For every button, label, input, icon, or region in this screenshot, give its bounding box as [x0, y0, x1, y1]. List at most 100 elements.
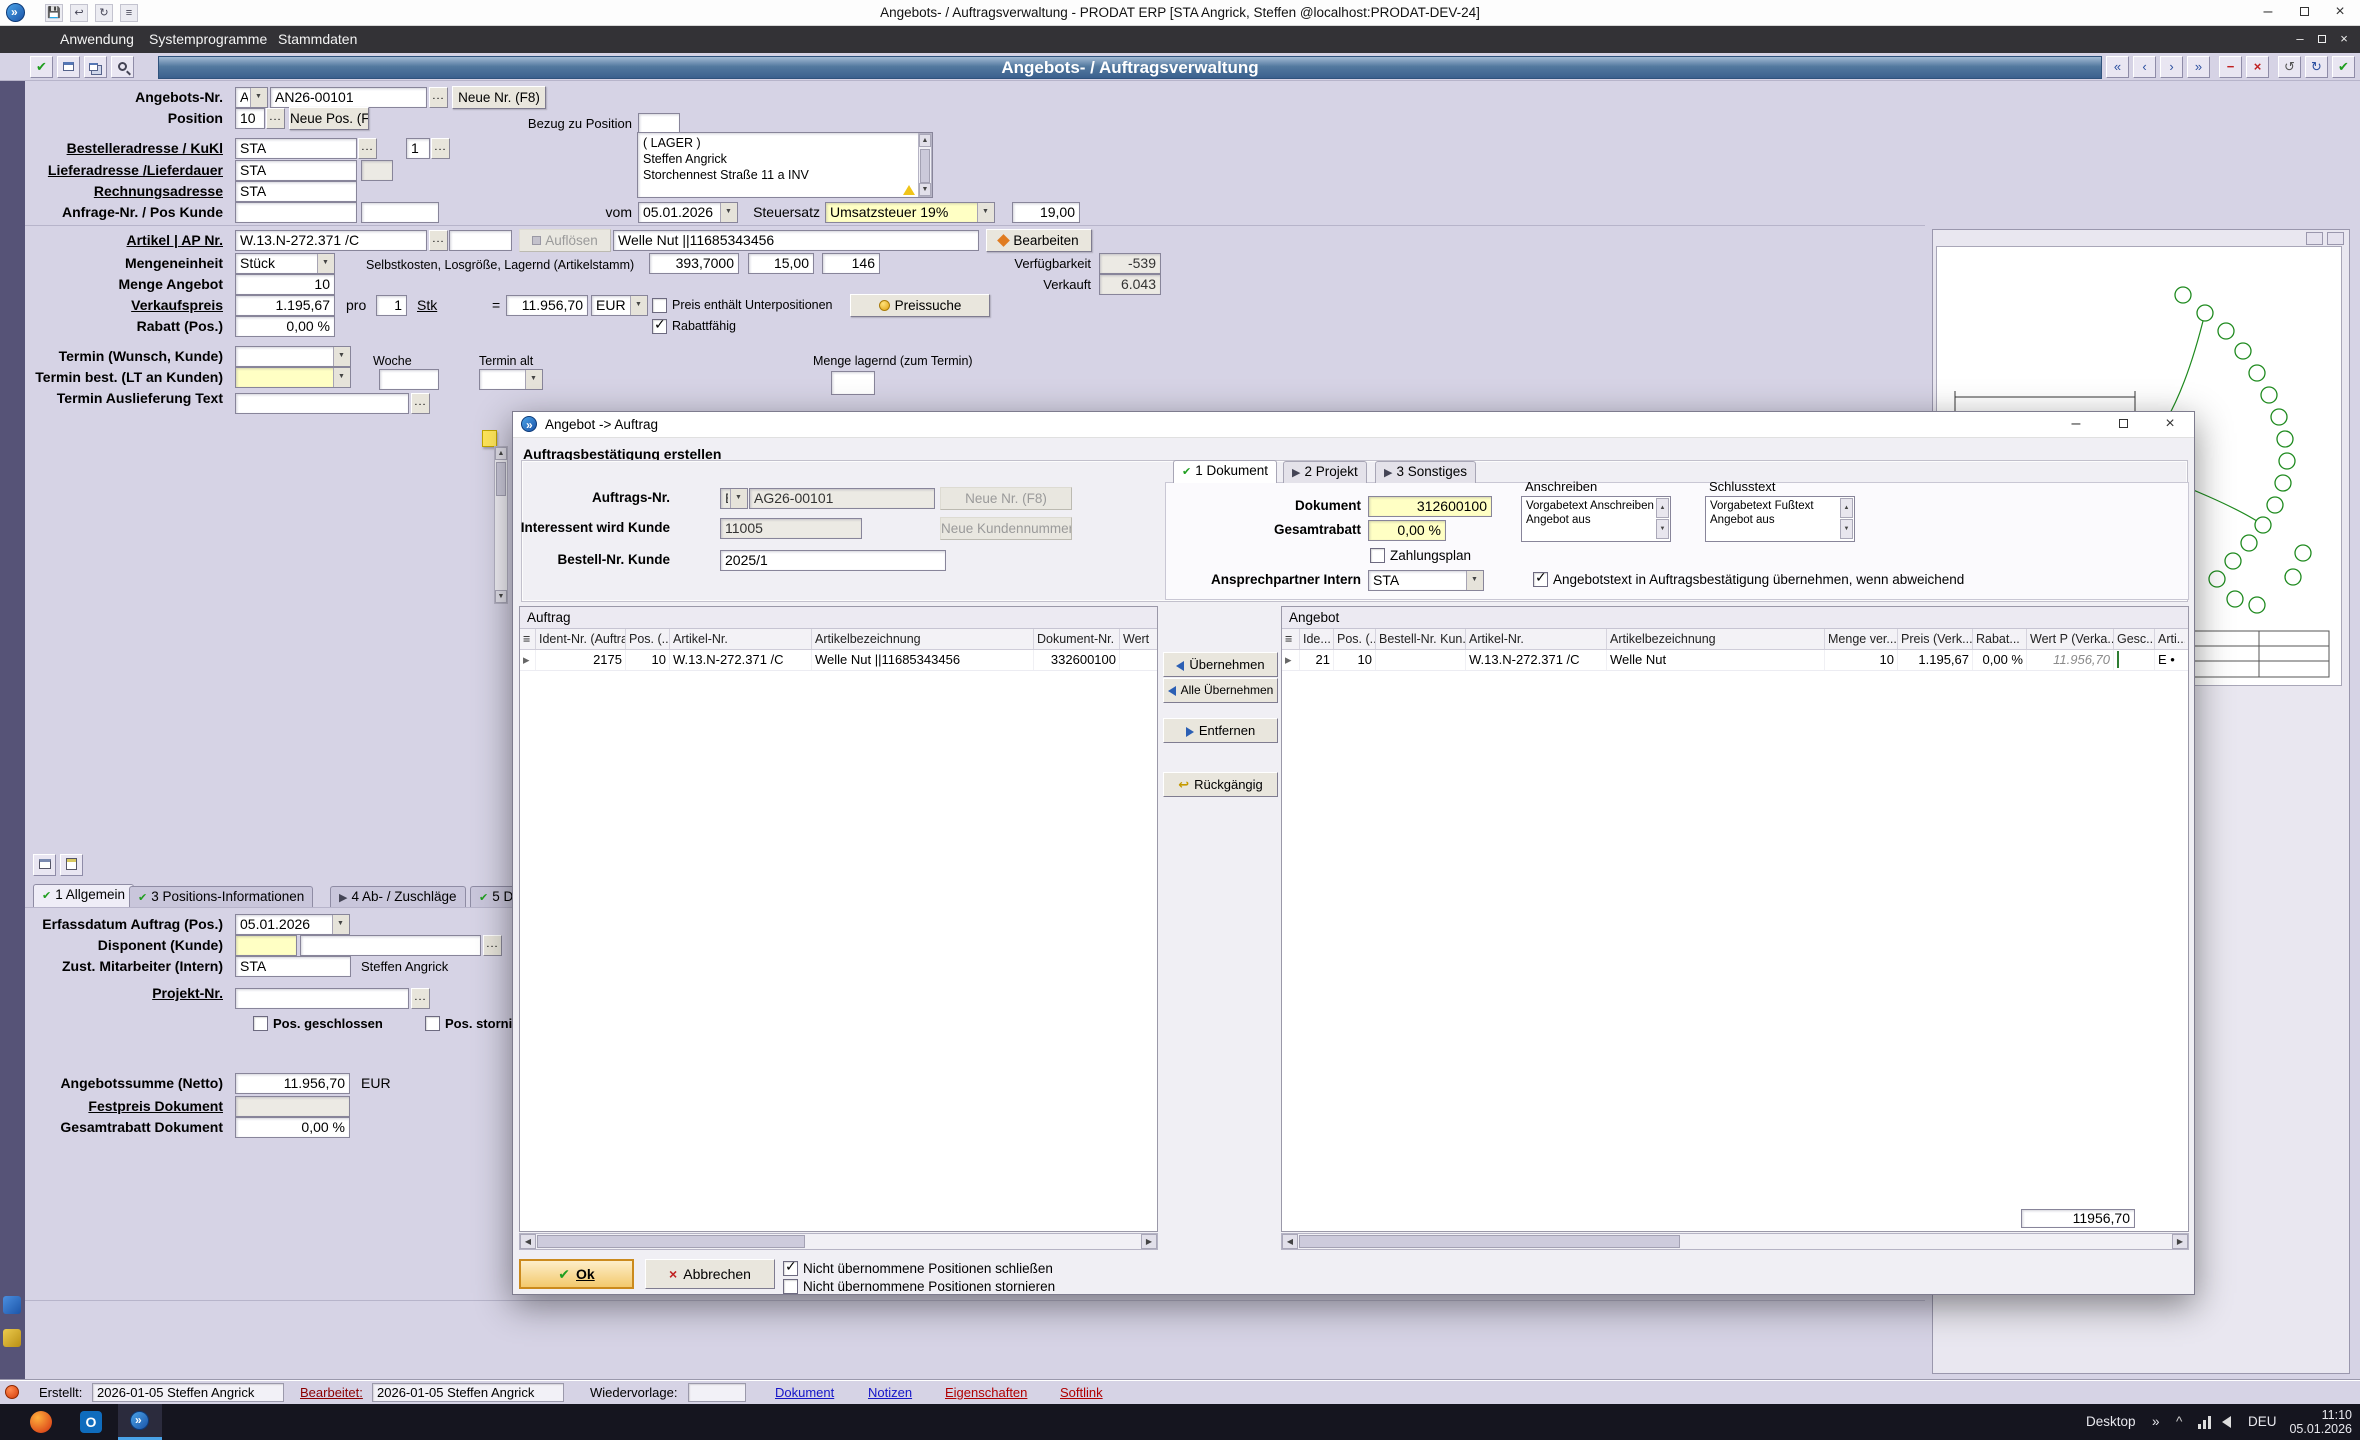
col-gesch[interactable]: Gesc... — [2114, 629, 2155, 649]
cell-menge[interactable]: 10 — [1825, 650, 1898, 670]
language-indicator[interactable]: DEU — [2248, 1404, 2277, 1440]
auftrag-table-row[interactable]: ▸ 2175 10 W.13.N-272.371 /C Welle Nut ||… — [520, 650, 1157, 671]
dropdown-arrow-icon[interactable] — [630, 296, 647, 315]
termin-wunsch-combo[interactable] — [235, 346, 351, 367]
disponent-browse-button[interactable]: ... — [483, 935, 502, 956]
softlink-link[interactable]: Softlink — [1060, 1381, 1103, 1405]
position-field[interactable]: 10 — [235, 108, 265, 129]
col-pos[interactable]: Pos. (... — [1334, 629, 1376, 649]
termin-text-browse-button[interactable]: ... — [411, 393, 430, 414]
col-rabatt[interactable]: Rabat... — [1973, 629, 2027, 649]
hidden-list-scrollbar[interactable]: ▲ ▼ — [494, 446, 508, 604]
quick-undo-icon[interactable]: ↩ — [70, 4, 88, 22]
taskbar-firefox-button[interactable] — [22, 1404, 62, 1440]
nav-last-button[interactable]: » — [2187, 56, 2210, 78]
lieferadresse-field[interactable]: STA — [235, 160, 357, 181]
record-refresh-button[interactable]: ↻ — [2305, 56, 2328, 78]
dialog-tab-dokument[interactable]: ✔1 Dokument — [1173, 460, 1277, 483]
quick-save-icon[interactable]: 💾 — [45, 4, 63, 22]
notizen-link[interactable]: Notizen — [868, 1381, 912, 1405]
cell-pos[interactable]: 10 — [1334, 650, 1376, 670]
dock-blue-icon[interactable] — [3, 1296, 21, 1314]
scrollbar-thumb[interactable] — [920, 149, 930, 183]
scroll-right-icon[interactable]: ▶ — [1141, 1234, 1157, 1249]
termin-best-combo[interactable] — [235, 367, 351, 388]
grid-view-button[interactable] — [33, 854, 56, 876]
cell-artikel[interactable]: W.13.N-272.371 /C — [670, 650, 812, 670]
anschreiben-box[interactable]: Vorgabetext Anschreiben Angebot aus ▲▼ — [1521, 496, 1671, 542]
entfernen-button[interactable]: Entfernen — [1163, 718, 1278, 743]
cell-preis[interactable]: 1.195,67 — [1898, 650, 1973, 670]
bearbeitet-link[interactable]: Bearbeitet: — [300, 1381, 363, 1405]
cell-arti[interactable]: E • — [2155, 650, 2185, 670]
menu-systemprogramme[interactable]: Systemprogramme — [143, 26, 273, 53]
cell-artikel[interactable]: W.13.N-272.371 /C — [1466, 650, 1607, 670]
rabattfaehig-checkbox[interactable] — [652, 319, 667, 334]
search-button[interactable] — [111, 56, 134, 78]
dropdown-arrow-icon[interactable] — [333, 347, 350, 366]
taskbar-desktop-label[interactable]: Desktop — [2086, 1404, 2136, 1440]
neue-nr-button[interactable]: Neue Nr. (F8) — [452, 86, 546, 109]
scroll-right-icon[interactable]: ▶ — [2172, 1234, 2188, 1249]
preview-image-button[interactable] — [2306, 232, 2323, 245]
nav-next-button[interactable]: › — [2160, 56, 2183, 78]
scrollbar-thumb[interactable] — [1299, 1235, 1680, 1248]
artikelbezeichnung-field[interactable]: Welle Nut ||11685343456 — [613, 230, 979, 251]
dokument-nr-field[interactable]: 312600100 — [1368, 496, 1492, 517]
taskbar-prodat-button[interactable] — [118, 1404, 162, 1440]
pos-storniert-checkbox[interactable] — [425, 1016, 440, 1031]
mengeneinheit-combo[interactable]: Stück — [235, 253, 335, 274]
new-window-button[interactable] — [57, 56, 80, 78]
angebots-nr-field[interactable]: AN26-00101 — [270, 87, 427, 108]
disponent-name-field[interactable] — [300, 935, 481, 956]
neue-pos-button[interactable]: Neue Pos. (F8) — [289, 107, 369, 130]
ansprechpartner-combo[interactable]: STA — [1368, 570, 1484, 591]
cell-pos[interactable]: 10 — [626, 650, 670, 670]
festpreis-field[interactable] — [235, 1096, 350, 1117]
bestelleradresse-field[interactable]: STA — [235, 138, 357, 159]
position-browse-button[interactable]: ... — [266, 108, 285, 129]
cell-wert[interactable]: 11.956,70 — [2027, 650, 2114, 670]
menu-icon[interactable]: ≡ — [1282, 629, 1300, 649]
scroll-left-icon[interactable]: ◀ — [520, 1234, 536, 1249]
dialog-tab-sonstiges[interactable]: ▶3 Sonstiges — [1375, 461, 1476, 483]
positionen-schliessen-checkbox[interactable] — [783, 1261, 798, 1276]
cell-dok[interactable]: 332600100 — [1034, 650, 1120, 670]
col-wert[interactable]: Wert — [1120, 629, 1154, 649]
angebots-typ-combo[interactable]: A — [235, 87, 268, 108]
rueckgaengig-button[interactable]: ↩Rückgängig — [1163, 772, 1278, 797]
dock-gold-icon[interactable] — [3, 1329, 21, 1347]
uebernehmen-button[interactable]: Übernehmen — [1163, 652, 1278, 677]
speaker-icon[interactable] — [2222, 1416, 2231, 1428]
anfrage-nr-field[interactable] — [235, 202, 357, 223]
auftrag-table-header[interactable]: ≡ Ident-Nr. (Auftra... Pos. (... Artikel… — [520, 629, 1157, 650]
taskbar-outlook-button[interactable]: O — [72, 1404, 112, 1440]
duplicate-window-button[interactable] — [84, 56, 107, 78]
alle-uebernehmen-button[interactable]: Alle Übernehmen — [1163, 678, 1278, 703]
tab-allgemein[interactable]: ✔1 Allgemein — [33, 884, 134, 908]
artikel-browse-button[interactable]: ... — [429, 230, 448, 251]
angebot-table-row[interactable]: ▸ 21 10 W.13.N-272.371 /C Welle Nut 10 1… — [1282, 650, 2188, 671]
bestell-nr-field[interactable]: 2025/1 — [720, 550, 946, 571]
quick-refresh-icon[interactable]: ↻ — [95, 4, 113, 22]
kukl-field[interactable]: 1 — [406, 138, 430, 159]
waehrung-combo[interactable]: EUR — [591, 295, 648, 316]
nav-first-button[interactable]: « — [2106, 56, 2129, 78]
col-ide[interactable]: Ide... — [1300, 629, 1334, 649]
menu-stammdaten[interactable]: Stammdaten — [272, 26, 363, 53]
termin-alt-combo[interactable] — [479, 369, 543, 390]
status-alert-icon[interactable] — [5, 1385, 19, 1399]
schlusstext-box[interactable]: Vorgabetext Fußtext Angebot aus ▲▼ — [1705, 496, 1855, 542]
zahlungsplan-checkbox[interactable] — [1370, 548, 1385, 563]
scroll-up-icon[interactable]: ▲ — [919, 134, 931, 147]
note-icon[interactable] — [482, 430, 497, 447]
col-artikel[interactable]: Artikel-Nr. — [670, 629, 812, 649]
tab-ab-zuschlaege[interactable]: ▶4 Ab- / Zuschläge — [330, 886, 466, 908]
row-expander-icon[interactable]: ▸ — [1282, 650, 1300, 670]
mdi-close-button[interactable]: × — [2334, 29, 2354, 49]
cell-ident[interactable]: 2175 — [536, 650, 626, 670]
erfassdatum-combo[interactable]: 05.01.2026 — [235, 914, 350, 935]
gesamtrabatt-field[interactable]: 0,00 % — [1368, 520, 1446, 541]
dropdown-arrow-icon[interactable] — [332, 915, 349, 934]
scrollbar-thumb[interactable] — [496, 462, 506, 496]
